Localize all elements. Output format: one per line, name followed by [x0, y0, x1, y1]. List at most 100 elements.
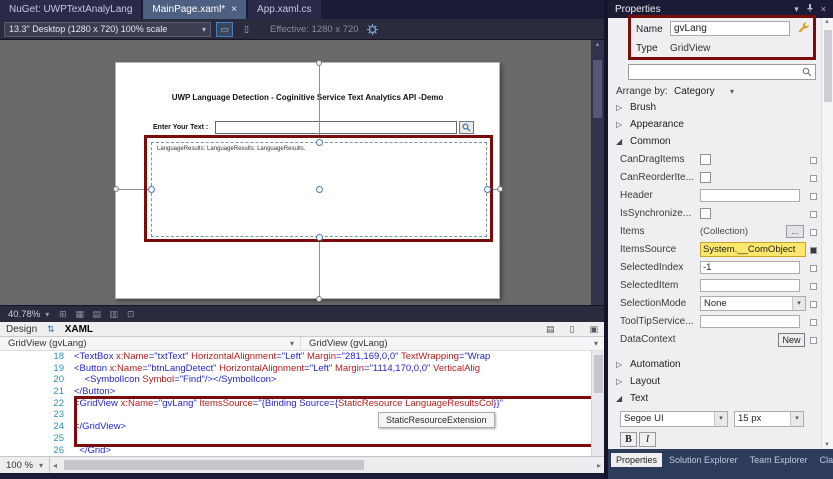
- resize-handle-left[interactable]: [148, 186, 155, 193]
- font-family-combobox[interactable]: Segoe UI ▾: [620, 411, 728, 427]
- ellipsis-button[interactable]: ...: [786, 225, 804, 238]
- designer-canvas[interactable]: UWP Language Detection - Coginitive Serv…: [0, 40, 591, 305]
- resize-handle-bottom[interactable]: [316, 234, 323, 241]
- move-handle-center[interactable]: [316, 186, 323, 193]
- tool-tab-class-view[interactable]: Class View: [815, 453, 833, 467]
- window-position-icon[interactable]: ▾: [794, 4, 799, 15]
- code-line[interactable]: 22 <GridView x:Name="gvLang" ItemsSource=…: [0, 398, 591, 410]
- checkbox[interactable]: [700, 208, 711, 219]
- scroll-left-icon[interactable]: ◂: [53, 461, 57, 470]
- vertical-split-icon[interactable]: ▯: [570, 324, 575, 335]
- chevron-down-icon[interactable]: ▾: [714, 412, 727, 426]
- chevron-down-icon[interactable]: ▾: [730, 87, 734, 96]
- resize-handle-top[interactable]: [316, 139, 323, 146]
- properties-vertical-scrollbar[interactable]: ▲ ▼: [821, 18, 833, 449]
- checkbox[interactable]: [700, 172, 711, 183]
- designer-settings-gear-icon[interactable]: [364, 22, 381, 37]
- search-properties-input[interactable]: [628, 64, 816, 80]
- close-icon[interactable]: ×: [821, 4, 826, 14]
- property-input[interactable]: [700, 189, 800, 202]
- expand-pane-icon[interactable]: ▣: [589, 324, 598, 335]
- design-artboard[interactable]: UWP Language Detection - Coginitive Serv…: [113, 60, 503, 302]
- fit-selection-icon[interactable]: ⊞: [55, 308, 70, 321]
- wrench-icon[interactable]: [797, 21, 811, 35]
- xaml-code-editor[interactable]: 18 <TextBox x:Name="txtText" HorizontalAl…: [0, 351, 591, 456]
- code-line[interactable]: 26 </Grid>: [0, 445, 591, 457]
- element-breadcrumb-left[interactable]: GridView (gvLang) ▾: [0, 337, 301, 351]
- property-marker[interactable]: [810, 211, 817, 218]
- property-marker[interactable]: [810, 247, 817, 254]
- property-marker[interactable]: [810, 175, 817, 182]
- name-input[interactable]: [670, 21, 790, 36]
- section-header-brush[interactable]: ▷ Brush: [608, 100, 821, 117]
- tool-tab-properties[interactable]: Properties: [611, 453, 663, 467]
- enter-text-label[interactable]: Enter Your Text :: [153, 124, 208, 131]
- doc-tab-nuget-uwptextanalylang[interactable]: NuGet: UWPTextAnalyLang: [0, 0, 142, 19]
- horizontal-split-icon[interactable]: ▤: [546, 324, 555, 335]
- scroll-up-icon[interactable]: ▲: [824, 19, 830, 25]
- zoom-level-combobox[interactable]: 40.78% ▾: [4, 309, 53, 320]
- italic-button[interactable]: I: [639, 432, 656, 447]
- section-header-automation[interactable]: ▷ Automation: [608, 357, 821, 374]
- editor-zoom-combobox[interactable]: 100 % ▾: [0, 457, 50, 473]
- scroll-down-icon[interactable]: ▼: [824, 442, 830, 448]
- property-marker[interactable]: [810, 337, 817, 344]
- bold-button[interactable]: B: [620, 432, 637, 447]
- arrange-by-value[interactable]: Category: [674, 86, 715, 97]
- code-line[interactable]: 25: [0, 433, 591, 445]
- property-input[interactable]: -1: [700, 261, 800, 274]
- landscape-orientation-icon[interactable]: ▭: [216, 21, 233, 37]
- designer-vertical-scrollbar[interactable]: ▲: [591, 40, 604, 305]
- find-button[interactable]: [459, 121, 474, 134]
- code-line[interactable]: 24 </GridView>: [0, 421, 591, 433]
- txtText-textbox[interactable]: [215, 121, 457, 134]
- doc-tab-mainpage-xaml[interactable]: MainPage.xaml* ×: [143, 0, 247, 19]
- editor-vertical-scrollbar[interactable]: [591, 351, 604, 456]
- property-input[interactable]: [700, 279, 800, 292]
- scrollbar-thumb[interactable]: [594, 355, 603, 393]
- font-size-combobox[interactable]: 15 px ▾: [734, 411, 804, 427]
- property-marker[interactable]: [810, 157, 817, 164]
- scrollbar-thumb[interactable]: [593, 60, 602, 118]
- chevron-down-icon[interactable]: ▾: [790, 412, 803, 426]
- code-line[interactable]: 21 </Button>: [0, 386, 591, 398]
- code-line[interactable]: 20 <SymbolIcon Symbol="Find"/></SymbolIc…: [0, 374, 591, 386]
- property-marker[interactable]: [810, 283, 817, 290]
- scroll-right-icon[interactable]: ▸: [597, 461, 601, 470]
- scroll-up-icon[interactable]: ▲: [595, 40, 601, 50]
- scrollbar-thumb[interactable]: [63, 460, 364, 470]
- section-header-text[interactable]: ◢ Text: [608, 391, 821, 408]
- property-input[interactable]: [700, 315, 800, 328]
- property-marker[interactable]: [810, 229, 817, 236]
- snap-grid-icon[interactable]: ▤: [89, 308, 104, 321]
- property-marker[interactable]: [810, 319, 817, 326]
- code-line[interactable]: 18 <TextBox x:Name="txtText" HorizontalAl…: [0, 351, 591, 363]
- tab-design[interactable]: Design: [6, 324, 37, 335]
- property-marker[interactable]: [810, 265, 817, 272]
- pin-icon[interactable]: [806, 4, 814, 14]
- device-selector-combobox[interactable]: 13.3" Desktop (1280 x 720) 100% scale ▾: [4, 21, 211, 37]
- portrait-orientation-icon[interactable]: ▯: [238, 22, 255, 37]
- property-marker[interactable]: [810, 193, 817, 200]
- checkbox[interactable]: [700, 154, 711, 165]
- editor-horizontal-scrollbar[interactable]: ◂ ▸: [50, 457, 604, 473]
- code-line[interactable]: 19 <Button x:Name="btnLangDetect" Horizon…: [0, 363, 591, 375]
- section-header-common[interactable]: ◢ Common: [608, 134, 821, 151]
- doc-tab-app-xaml-cs[interactable]: App.xaml.cs: [248, 0, 321, 19]
- chevron-down-icon[interactable]: ▾: [792, 297, 805, 310]
- app-title-textblock[interactable]: UWP Language Detection - Coginitive Serv…: [116, 93, 499, 102]
- element-breadcrumb-right[interactable]: GridView (gvLang) ▾: [301, 337, 604, 351]
- property-marker[interactable]: [810, 301, 817, 308]
- snaplines-icon[interactable]: ▥: [106, 308, 121, 321]
- section-header-layout[interactable]: ▷ Layout: [608, 374, 821, 391]
- property-input-highlighted[interactable]: System.__ComObject: [700, 242, 806, 257]
- section-header-appearance[interactable]: ▷ Appearance: [608, 117, 821, 134]
- show-grid-icon[interactable]: ▦: [72, 308, 87, 321]
- tab-xaml[interactable]: XAML: [65, 324, 93, 335]
- code-line[interactable]: 23: [0, 409, 591, 421]
- close-tab-icon[interactable]: ×: [231, 4, 237, 15]
- new-button[interactable]: New: [778, 333, 805, 347]
- tool-tab-team-explorer[interactable]: Team Explorer: [745, 453, 813, 467]
- resize-handle-right[interactable]: [484, 186, 491, 193]
- property-combobox[interactable]: None ▾: [700, 296, 806, 311]
